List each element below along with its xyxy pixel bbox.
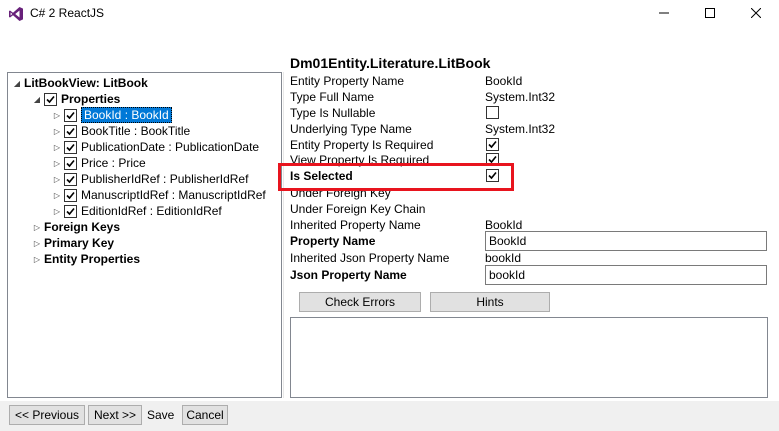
tree-node-primary-key[interactable]: ▷ Primary Key	[32, 235, 114, 251]
property-checkbox[interactable]	[64, 156, 77, 170]
entity-property-required-label: Entity Property Is Required	[290, 138, 434, 152]
highlight-annotation	[278, 163, 514, 191]
property-name-label: Property Name	[290, 234, 376, 248]
expand-arrow-icon[interactable]: ▷	[52, 155, 62, 171]
tree-node-properties[interactable]: ◢ Properties	[32, 91, 120, 107]
tree-item-label: BookTitle : BookTitle	[81, 124, 191, 138]
check-errors-button[interactable]: Check Errors	[299, 292, 421, 312]
tree-node-foreign-keys[interactable]: ▷ Foreign Keys	[32, 219, 120, 235]
entity-property-required-checkbox[interactable]	[486, 138, 499, 151]
title-bar: C# 2 ReactJS	[0, 0, 779, 28]
tree-item-property[interactable]: ▷ ManuscriptIdRef : ManuscriptIdRef	[52, 187, 266, 203]
tree-item-label: Price : Price	[81, 156, 146, 170]
panel-divider[interactable]	[283, 72, 284, 398]
property-checkbox[interactable]	[64, 204, 77, 218]
json-property-name-input[interactable]	[485, 265, 767, 285]
close-button[interactable]	[733, 0, 779, 28]
expand-arrow-icon[interactable]: ▷	[32, 219, 42, 235]
tree-node-label: Primary Key	[44, 236, 115, 250]
type-is-nullable-label: Type Is Nullable	[290, 106, 376, 120]
property-checkbox[interactable]	[64, 172, 77, 186]
tree-item-property[interactable]: ▷ BookTitle : BookTitle	[52, 123, 190, 139]
tree-node-label: Entity Properties	[44, 252, 141, 266]
expand-arrow-icon[interactable]: ▷	[52, 187, 62, 203]
inherited-property-name-value: BookId	[485, 218, 523, 232]
properties-checkbox[interactable]	[44, 92, 57, 106]
next-button[interactable]: Next >>	[88, 405, 142, 425]
tree-root-label: LitBookView: LitBook	[24, 76, 148, 90]
inherited-json-property-name-label: Inherited Json Property Name	[290, 251, 450, 265]
close-icon	[750, 7, 762, 21]
inherited-json-property-name-value: bookId	[485, 251, 522, 265]
tree-node-label: Foreign Keys	[44, 220, 121, 234]
output-textbox[interactable]	[290, 317, 768, 398]
expand-arrow-icon[interactable]: ▷	[52, 139, 62, 155]
property-checkbox[interactable]	[64, 108, 77, 122]
collapse-arrow-icon[interactable]: ◢	[32, 91, 42, 107]
property-checkbox[interactable]	[64, 188, 77, 202]
type-full-name-label: Type Full Name	[290, 90, 375, 104]
minimize-icon	[659, 7, 669, 21]
previous-button[interactable]: << Previous	[9, 405, 85, 425]
tree-item-property[interactable]: ▷ PublisherIdRef : PublisherIdRef	[52, 171, 249, 187]
property-checkbox[interactable]	[64, 140, 77, 154]
under-foreign-key-chain-label: Under Foreign Key Chain	[290, 202, 426, 216]
collapse-arrow-icon[interactable]: ◢	[12, 75, 22, 91]
tree-item-property[interactable]: ▷ EditionIdRef : EditionIdRef	[52, 203, 222, 219]
expand-arrow-icon[interactable]: ▷	[52, 123, 62, 139]
hints-button[interactable]: Hints	[430, 292, 550, 312]
inherited-property-name-label: Inherited Property Name	[290, 218, 421, 232]
underlying-type-name-value: System.Int32	[485, 122, 556, 136]
json-property-name-label: Json Property Name	[290, 268, 407, 282]
type-is-nullable-checkbox[interactable]	[486, 106, 499, 119]
save-button[interactable]: Save	[147, 408, 174, 422]
maximize-icon	[705, 7, 715, 21]
expand-arrow-icon[interactable]: ▷	[52, 203, 62, 219]
entity-property-name-value: BookId	[485, 74, 523, 88]
tree-item-label: PublisherIdRef : PublisherIdRef	[81, 172, 249, 186]
property-checkbox[interactable]	[64, 124, 77, 138]
tree-node-label: Properties	[61, 92, 121, 106]
property-name-input[interactable]	[485, 231, 767, 251]
entity-property-name-label: Entity Property Name	[290, 74, 405, 88]
cancel-button[interactable]: Cancel	[182, 405, 228, 425]
minimize-button[interactable]	[641, 0, 687, 28]
expand-arrow-icon[interactable]: ▷	[52, 171, 62, 187]
window-title: C# 2 ReactJS	[30, 6, 105, 20]
maximize-button[interactable]	[687, 0, 733, 28]
expand-arrow-icon[interactable]: ▷	[32, 251, 42, 267]
tree-item-label: BookId : BookId	[81, 107, 172, 123]
type-full-name-value: System.Int32	[485, 90, 556, 104]
expand-arrow-icon[interactable]: ▷	[52, 107, 62, 123]
tree-item-property[interactable]: ▷ BookId : BookId	[52, 107, 172, 123]
tree-view[interactable]: ◢ LitBookView: LitBook ◢ Properties ▷ Bo…	[7, 72, 282, 398]
tree-node-entity-properties[interactable]: ▷ Entity Properties	[32, 251, 140, 267]
tree-item-label: ManuscriptIdRef : ManuscriptIdRef	[81, 188, 266, 202]
tree-item-label: EditionIdRef : EditionIdRef	[81, 204, 222, 218]
expand-arrow-icon[interactable]: ▷	[32, 235, 42, 251]
tree-item-property[interactable]: ▷ PublicationDate : PublicationDate	[52, 139, 259, 155]
underlying-type-name-label: Underlying Type Name	[290, 122, 412, 136]
tree-item-label: PublicationDate : PublicationDate	[81, 140, 260, 154]
visual-studio-icon	[8, 6, 24, 22]
tree-item-property[interactable]: ▷ Price : Price	[52, 155, 146, 171]
entity-title: Dm01Entity.Literature.LitBook	[290, 55, 491, 71]
tree-root[interactable]: ◢ LitBookView: LitBook	[12, 75, 148, 91]
